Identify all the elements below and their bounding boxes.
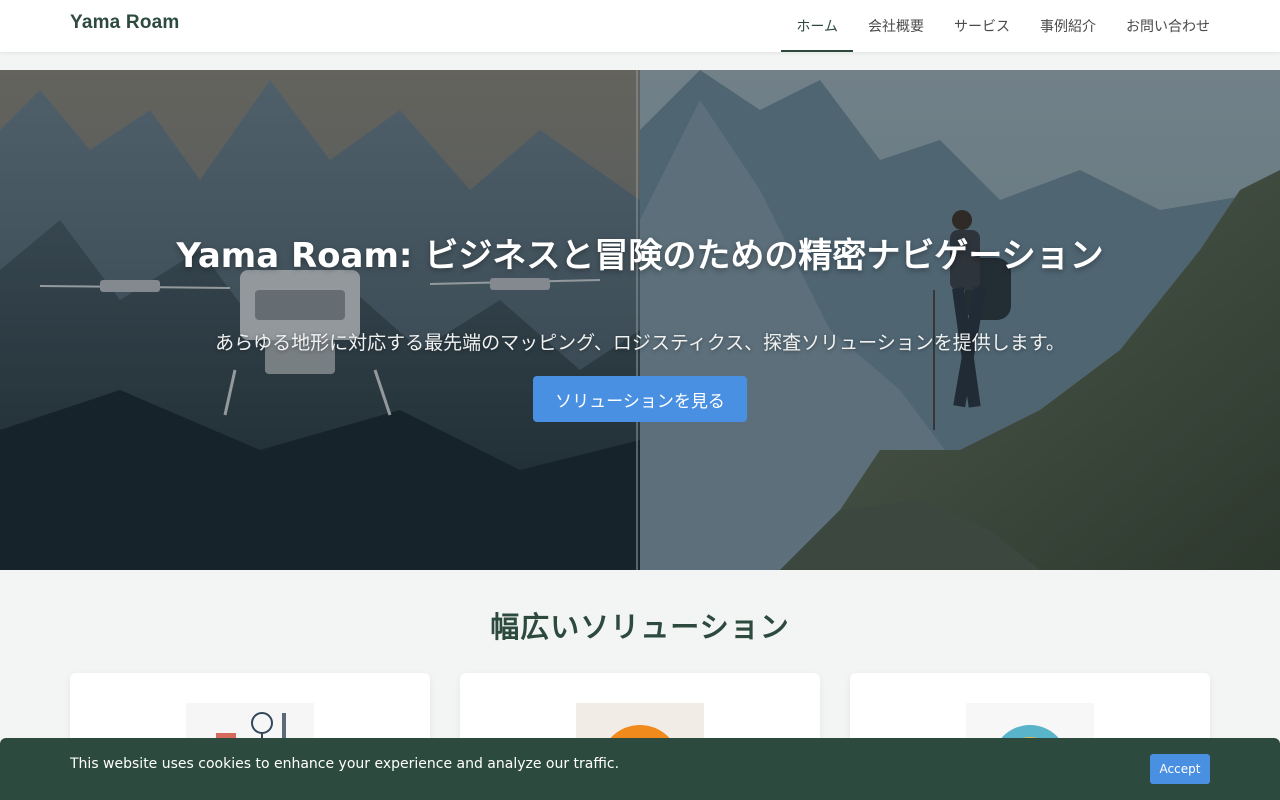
main-nav: ホーム 会社概要 サービス 事例紹介 お問い合わせ bbox=[781, 0, 1225, 52]
nav-item-about[interactable]: 会社概要 bbox=[853, 0, 939, 52]
nav-item-contact[interactable]: お問い合わせ bbox=[1111, 0, 1225, 52]
site-header: Yama Roam ホーム 会社概要 サービス 事例紹介 お問い合わせ bbox=[0, 0, 1280, 52]
nav-item-home[interactable]: ホーム bbox=[781, 0, 853, 52]
accept-cookies-button[interactable]: Accept bbox=[1150, 754, 1210, 784]
cookie-banner: This website uses cookies to enhance you… bbox=[0, 738, 1280, 800]
nav-item-cases[interactable]: 事例紹介 bbox=[1025, 0, 1111, 52]
hero-section: Yama Roam: ビジネスと冒険のための精密ナビゲーション あらゆる地形に対… bbox=[0, 70, 1280, 570]
cookie-message: This website uses cookies to enhance you… bbox=[70, 756, 620, 772]
solutions-title: 幅広いソリューション bbox=[490, 610, 790, 644]
nav-item-services[interactable]: サービス bbox=[939, 0, 1025, 52]
hero-title: Yama Roam: ビジネスと冒険のための精密ナビゲーション bbox=[176, 236, 1104, 276]
hero-subtitle: あらゆる地形に対応する最先端のマッピング、ロジスティクス、探査ソリューションを提… bbox=[215, 332, 1065, 354]
site-logo[interactable]: Yama Roam bbox=[70, 12, 180, 34]
view-solutions-button[interactable]: ソリューションを見る bbox=[533, 376, 747, 422]
